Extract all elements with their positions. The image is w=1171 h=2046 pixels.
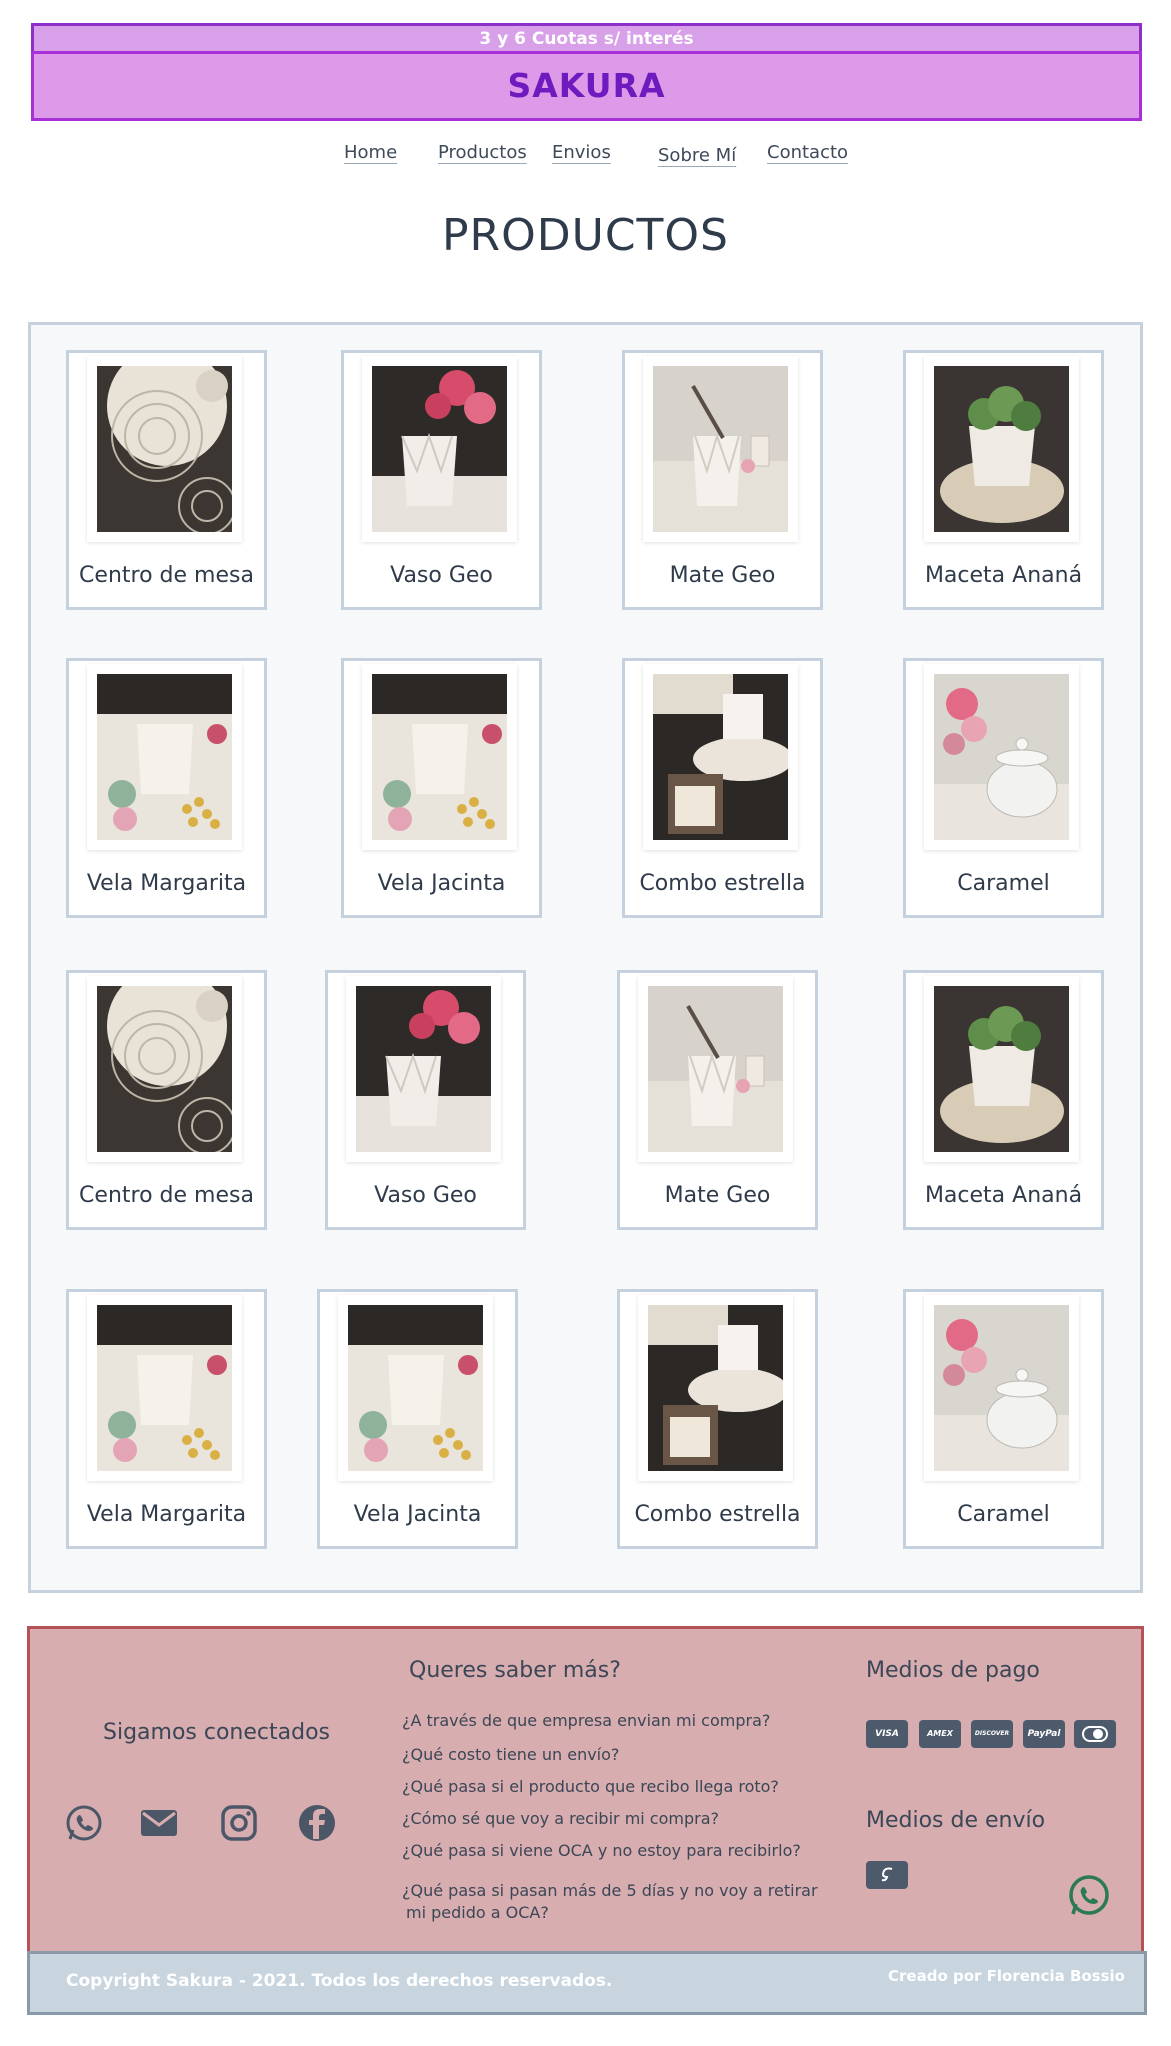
product-card[interactable]: Vela Margarita bbox=[66, 658, 267, 918]
amex-icon: AMEX bbox=[919, 1720, 961, 1748]
product-card[interactable]: Combo estrella bbox=[617, 1289, 818, 1549]
whatsapp-icon[interactable] bbox=[64, 1803, 104, 1843]
product-image-frame bbox=[87, 1295, 242, 1481]
product-card[interactable]: Vela Jacinta bbox=[317, 1289, 518, 1549]
product-card[interactable]: Vaso Geo bbox=[325, 970, 526, 1230]
facebook-icon[interactable] bbox=[297, 1803, 337, 1843]
page-title: PRODUCTOS bbox=[442, 210, 729, 261]
candle-photo[interactable] bbox=[97, 674, 232, 840]
product-name[interactable]: Centro de mesa bbox=[69, 1183, 264, 1208]
shipping-title: Medios de envío bbox=[866, 1808, 1046, 1833]
nav-home-link[interactable]: Home bbox=[344, 142, 397, 163]
faq-link-continued[interactable]: mi pedido a OCA? bbox=[406, 1903, 549, 1922]
product-image-frame bbox=[87, 976, 242, 1162]
product-name[interactable]: Vaso Geo bbox=[344, 563, 539, 588]
faq-link[interactable]: ¿A través de que empresa envian mi compr… bbox=[402, 1711, 770, 1730]
product-image-frame bbox=[643, 664, 798, 850]
oca-shipping-icon bbox=[866, 1861, 908, 1889]
product-image-frame bbox=[346, 976, 501, 1162]
faq-link[interactable]: ¿Qué pasa si el producto que recibo lleg… bbox=[402, 1777, 779, 1796]
brand-bar: SAKURA bbox=[31, 51, 1142, 121]
candle-photo[interactable] bbox=[97, 1305, 232, 1471]
product-card[interactable]: Vaso Geo bbox=[341, 350, 542, 610]
nav-sobre-mi-link[interactable]: Sobre Mí bbox=[658, 145, 736, 166]
product-name[interactable]: Vela Jacinta bbox=[344, 871, 539, 896]
product-name[interactable]: Maceta Ananá bbox=[906, 1183, 1101, 1208]
product-name[interactable]: Vela Margarita bbox=[69, 871, 264, 896]
product-image-frame bbox=[924, 1295, 1079, 1481]
product-card[interactable]: Vela Margarita bbox=[66, 1289, 267, 1549]
product-image-frame bbox=[638, 1295, 793, 1481]
email-icon[interactable] bbox=[139, 1803, 179, 1843]
faq-link[interactable]: ¿Qué costo tiene un envío? bbox=[402, 1745, 619, 1764]
brand-logo[interactable]: SAKURA bbox=[507, 66, 665, 105]
product-card[interactable]: Maceta Ananá bbox=[903, 350, 1104, 610]
product-card[interactable]: Centro de mesa bbox=[66, 970, 267, 1230]
discover-icon: DISCOVER bbox=[971, 1720, 1013, 1748]
product-card[interactable]: Maceta Ananá bbox=[903, 970, 1104, 1230]
product-name[interactable]: Caramel bbox=[906, 871, 1101, 896]
faq-link[interactable]: ¿Qué pasa si pasan más de 5 días y no vo… bbox=[402, 1881, 818, 1900]
product-name[interactable]: Combo estrella bbox=[625, 871, 820, 896]
product-card[interactable]: Mate Geo bbox=[622, 350, 823, 610]
whatsapp-float-button[interactable] bbox=[1067, 1874, 1111, 1918]
geo-cup-flowers-photo[interactable] bbox=[372, 366, 507, 532]
faq-title: Queres saber más? bbox=[409, 1658, 621, 1683]
product-image-frame bbox=[924, 664, 1079, 850]
copyright-text: Copyright Sakura - 2021. Todos los derec… bbox=[66, 1971, 613, 1991]
payment-title: Medios de pago bbox=[866, 1658, 1040, 1683]
product-image-frame bbox=[87, 356, 242, 542]
mate-photo[interactable] bbox=[653, 366, 788, 532]
nav-contacto-link[interactable]: Contacto bbox=[767, 142, 848, 163]
candy-jar-photo[interactable] bbox=[934, 1305, 1069, 1471]
product-image-frame bbox=[638, 976, 793, 1162]
combo-photo[interactable] bbox=[648, 1305, 783, 1471]
paypal-icon: PayPal bbox=[1023, 1720, 1065, 1748]
promo-text: 3 y 6 Cuotas s/ interés bbox=[479, 29, 694, 49]
visa-icon: VISA bbox=[866, 1720, 908, 1748]
candle-photo[interactable] bbox=[348, 1305, 483, 1471]
instagram-icon[interactable] bbox=[219, 1803, 259, 1843]
product-card[interactable]: Caramel bbox=[903, 658, 1104, 918]
promo-banner: 3 y 6 Cuotas s/ interés bbox=[31, 23, 1142, 51]
doily-photo[interactable] bbox=[97, 986, 232, 1152]
product-card[interactable]: Combo estrella bbox=[622, 658, 823, 918]
geo-cup-flowers-photo[interactable] bbox=[356, 986, 491, 1152]
faq-link[interactable]: ¿Qué pasa si viene OCA y no estoy para r… bbox=[402, 1841, 801, 1860]
combo-photo[interactable] bbox=[653, 674, 788, 840]
product-image-frame bbox=[87, 664, 242, 850]
product-name[interactable]: Vela Margarita bbox=[69, 1502, 264, 1527]
product-name[interactable]: Mate Geo bbox=[625, 563, 820, 588]
product-image-frame bbox=[362, 664, 517, 850]
credit-text: Creado por Florencia Bossio bbox=[888, 1967, 1125, 1985]
social-title: Sigamos conectados bbox=[103, 1720, 330, 1745]
nav-envios-link[interactable]: Envios bbox=[552, 142, 611, 163]
product-image-frame bbox=[924, 976, 1079, 1162]
product-card[interactable]: Centro de mesa bbox=[66, 350, 267, 610]
product-image-frame bbox=[362, 356, 517, 542]
product-card[interactable]: Caramel bbox=[903, 1289, 1104, 1549]
nav-productos-link[interactable]: Productos bbox=[438, 142, 527, 163]
product-name[interactable]: Centro de mesa bbox=[69, 563, 264, 588]
product-name[interactable]: Combo estrella bbox=[620, 1502, 815, 1527]
product-card[interactable]: Mate Geo bbox=[617, 970, 818, 1230]
product-image-frame bbox=[338, 1295, 493, 1481]
candle-photo[interactable] bbox=[372, 674, 507, 840]
mastercard-icon bbox=[1074, 1720, 1116, 1748]
product-name[interactable]: Mate Geo bbox=[620, 1183, 815, 1208]
candy-jar-photo[interactable] bbox=[934, 674, 1069, 840]
product-name[interactable]: Maceta Ananá bbox=[906, 563, 1101, 588]
product-name[interactable]: Vaso Geo bbox=[328, 1183, 523, 1208]
planter-photo[interactable] bbox=[934, 986, 1069, 1152]
planter-photo[interactable] bbox=[934, 366, 1069, 532]
product-card[interactable]: Vela Jacinta bbox=[341, 658, 542, 918]
product-image-frame bbox=[924, 356, 1079, 542]
faq-link[interactable]: ¿Cómo sé que voy a recibir mi compra? bbox=[402, 1809, 719, 1828]
product-name[interactable]: Vela Jacinta bbox=[320, 1502, 515, 1527]
doily-photo[interactable] bbox=[97, 366, 232, 532]
mate-photo[interactable] bbox=[648, 986, 783, 1152]
product-name[interactable]: Caramel bbox=[906, 1502, 1101, 1527]
product-image-frame bbox=[643, 356, 798, 542]
